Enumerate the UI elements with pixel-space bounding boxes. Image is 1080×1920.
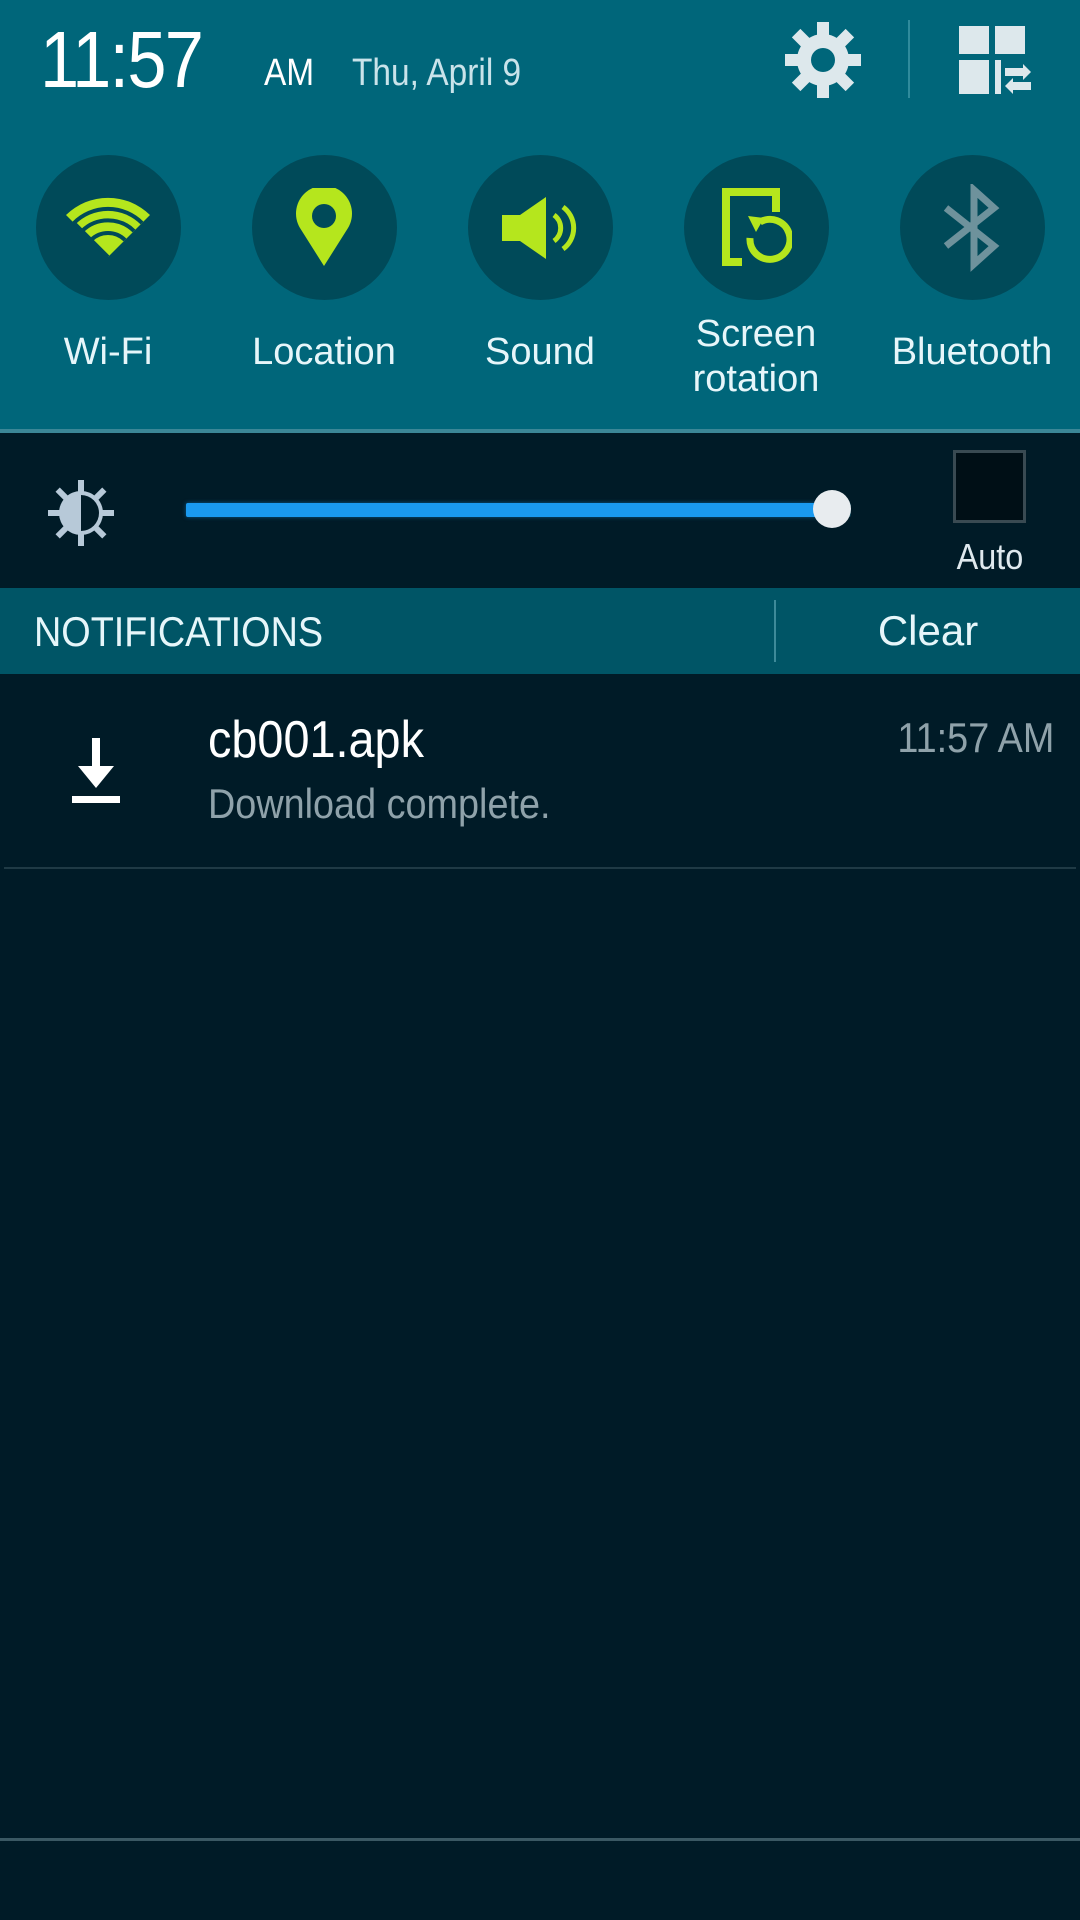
- clear-button[interactable]: Clear: [776, 588, 1080, 674]
- notification-item[interactable]: [0, 674, 1080, 869]
- brightness-slider-thumb[interactable]: [813, 490, 851, 528]
- notification-text: Download complete.: [208, 780, 551, 827]
- toggle-location-button[interactable]: [251, 155, 397, 300]
- toggle-location[interactable]: Location: [216, 155, 432, 415]
- quick-toggles: Wi-Fi Location Sound Screen rotation Blu…: [0, 155, 1080, 415]
- toggle-screen-rotation[interactable]: Screen rotation: [648, 155, 864, 415]
- notification-divider: [4, 867, 1076, 869]
- notifications-header: NOTIFICATIONS Clear: [0, 588, 1080, 674]
- download-icon: [72, 738, 120, 803]
- brightness-slider-fill: [186, 503, 832, 517]
- auto-brightness-label: Auto: [956, 536, 1024, 577]
- notification-title: cb001.apk: [208, 711, 424, 769]
- toggle-sound-label: Sound: [485, 331, 595, 373]
- quick-panel-header: 11:57 AM Thu, April 9 Wi-Fi Location Sou…: [0, 0, 1080, 432]
- notification-time: 11:57 AM: [897, 714, 1054, 761]
- brightness-icon: [48, 480, 114, 546]
- date-label[interactable]: Thu, April 9: [352, 52, 521, 95]
- toggle-sound-button[interactable]: [467, 155, 613, 300]
- toggle-screen-rotation-label: Screen rotation: [692, 313, 820, 400]
- toggle-sound[interactable]: Sound: [432, 155, 648, 415]
- wifi-icon: [66, 197, 150, 258]
- location-pin-icon: [296, 187, 352, 266]
- toggle-screen-rotation-button[interactable]: [683, 155, 829, 300]
- toggle-wifi-button[interactable]: [35, 155, 181, 300]
- speaker-icon: [502, 196, 577, 259]
- toggle-bluetooth-label: Bluetooth: [891, 331, 1053, 373]
- screen-rotation-icon: [722, 187, 792, 266]
- clock-time: 11:57: [40, 15, 204, 104]
- toggle-bluetooth[interactable]: Bluetooth: [864, 155, 1080, 415]
- clock-ampm: AM: [264, 52, 315, 94]
- toggle-bluetooth-button[interactable]: [899, 155, 1045, 300]
- settings-button[interactable]: [778, 18, 868, 102]
- toggle-location-label: Location: [252, 331, 396, 373]
- panel-bottom-area: [0, 1841, 1080, 1920]
- bluetooth-icon: [943, 183, 1000, 272]
- header-divider: [908, 20, 910, 98]
- quick-settings-edit-icon: [959, 26, 1031, 94]
- edit-quick-settings-button[interactable]: [950, 18, 1040, 102]
- toggle-wifi-label: Wi-Fi: [63, 331, 153, 373]
- notifications-title: NOTIFICATIONS: [34, 608, 324, 655]
- gear-icon: [785, 22, 861, 98]
- auto-brightness-checkbox[interactable]: [953, 450, 1026, 523]
- toggle-wifi[interactable]: Wi-Fi: [0, 155, 216, 415]
- brightness-slider[interactable]: [186, 490, 851, 530]
